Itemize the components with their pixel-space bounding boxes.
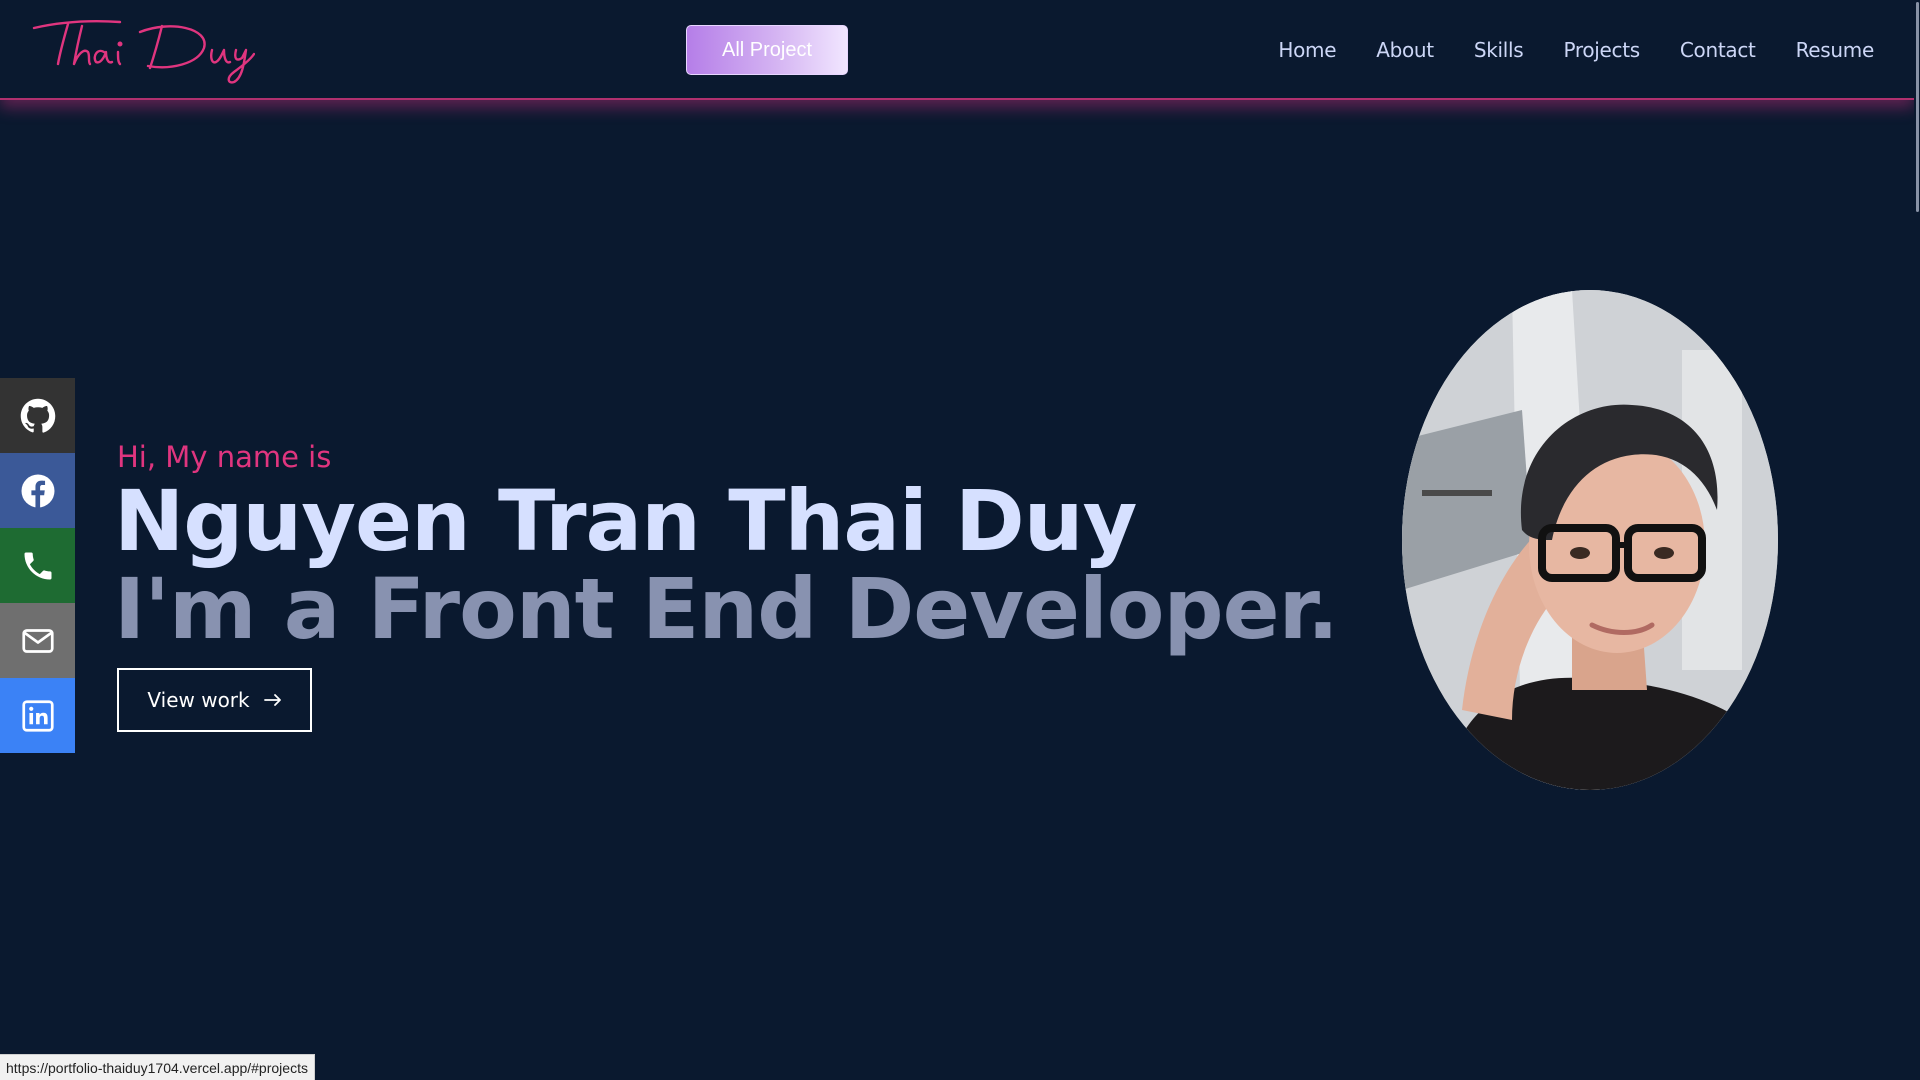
phone-icon xyxy=(24,552,51,579)
nav-contact[interactable]: Contact xyxy=(1680,38,1756,62)
hero-name: Nguyen Tran Thai Duy xyxy=(114,472,1137,570)
social-sidebar xyxy=(0,378,75,753)
logo[interactable]: Thai Duy xyxy=(30,8,255,88)
page: Thai Duy xyxy=(0,0,1920,1080)
profile-photo xyxy=(1402,290,1778,790)
hero-role: I'm a Front End Developer. xyxy=(114,560,1339,658)
main-nav: Home About Skills Projects Contact Resum… xyxy=(1278,0,1874,100)
profile-portrait-image xyxy=(1402,290,1778,790)
nav-home[interactable]: Home xyxy=(1278,38,1336,62)
nav-about[interactable]: About xyxy=(1376,38,1434,62)
phone-link[interactable] xyxy=(0,528,75,603)
view-work-label: View work xyxy=(147,688,250,712)
scrollbar-thumb[interactable] xyxy=(1916,2,1919,212)
github-link[interactable] xyxy=(0,378,75,453)
mail-icon xyxy=(21,628,54,653)
nav-projects[interactable]: Projects xyxy=(1563,38,1640,62)
view-work-button[interactable]: View work xyxy=(117,668,312,732)
logo-signature-icon xyxy=(32,20,255,84)
facebook-icon xyxy=(21,474,54,507)
linkedin-icon xyxy=(21,699,54,732)
linkedin-link[interactable] xyxy=(0,678,75,753)
page-scrollbar[interactable] xyxy=(1914,0,1920,1080)
arrow-right-icon xyxy=(263,694,281,706)
status-bar-url: https://portfolio-thaiduy1704.vercel.app… xyxy=(0,1054,315,1080)
nav-skills[interactable]: Skills xyxy=(1474,38,1524,62)
hero-intro: Hi, My name is xyxy=(117,440,332,474)
facebook-link[interactable] xyxy=(0,453,75,528)
github-icon xyxy=(20,398,55,433)
email-link[interactable] xyxy=(0,603,75,678)
all-project-button[interactable]: All Project xyxy=(686,25,848,75)
nav-resume[interactable]: Resume xyxy=(1796,38,1875,62)
top-navbar: Thai Duy xyxy=(0,0,1914,100)
